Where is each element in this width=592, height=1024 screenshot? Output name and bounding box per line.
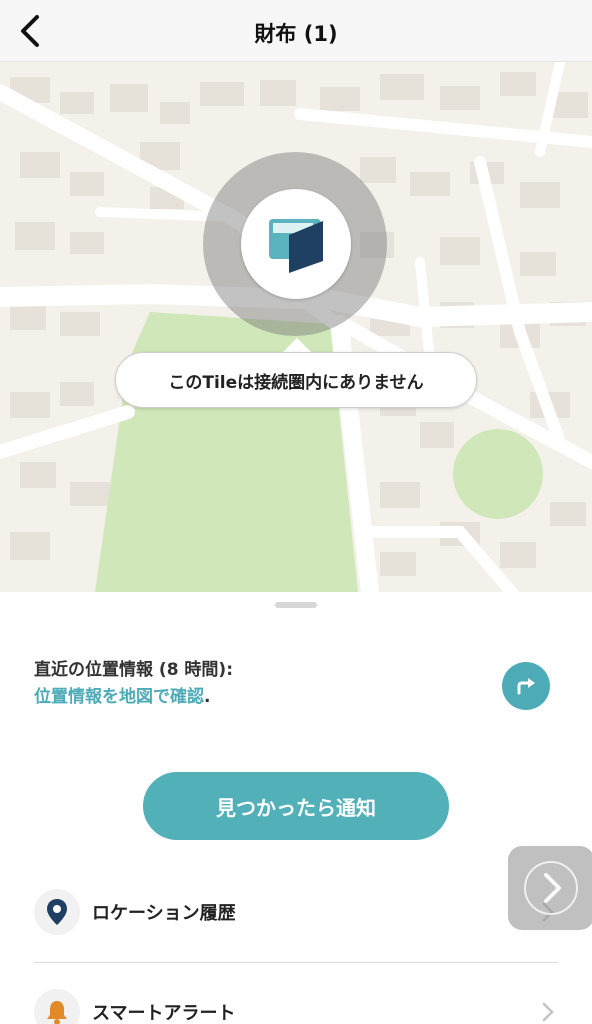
- bell-icon: [47, 1001, 67, 1024]
- link-suffix: .: [204, 687, 211, 707]
- notify-when-found-button[interactable]: 見つかったら通知: [143, 772, 449, 840]
- floating-next-button[interactable]: [508, 846, 592, 930]
- location-history-item[interactable]: ロケーション履歴: [34, 877, 558, 947]
- sheet-grabber[interactable]: [275, 602, 317, 608]
- callout-pointer: [282, 338, 312, 353]
- bell-icon-wrap: [34, 989, 80, 1024]
- out-of-range-callout: このTileは接続圏内にありません: [115, 352, 477, 408]
- smart-alert-label: スマートアラート: [92, 1003, 236, 1024]
- location-pin-icon: [47, 899, 67, 925]
- directions-button[interactable]: [502, 662, 550, 710]
- smart-alert-item[interactable]: スマートアラート: [34, 977, 558, 1024]
- chevron-right-circle-icon: [524, 861, 578, 915]
- location-icon-wrap: [34, 889, 80, 935]
- page-title: 財布 (1): [254, 22, 338, 46]
- view-on-map-link[interactable]: 位置情報を地図で確認: [34, 687, 204, 707]
- last-location-title: 直近の位置情報 (8 時間):: [34, 660, 234, 680]
- list-divider: [34, 962, 558, 963]
- location-history-label: ロケーション履歴: [92, 903, 236, 924]
- details-sheet: 直近の位置情報 (8 時間): 位置情報を地図で確認. 見つかったら通知 ロケー…: [0, 592, 592, 1024]
- wallet-tile-icon: [269, 219, 323, 273]
- nav-header: 財布 (1): [0, 0, 592, 62]
- chevron-right-icon: [538, 1002, 558, 1022]
- tile-marker[interactable]: [241, 189, 351, 299]
- directions-arrow-icon: [517, 678, 535, 695]
- last-location-info: 直近の位置情報 (8 時間): 位置情報を地図で確認.: [34, 657, 233, 711]
- map-view[interactable]: このTileは接続圏内にありません: [0, 62, 592, 592]
